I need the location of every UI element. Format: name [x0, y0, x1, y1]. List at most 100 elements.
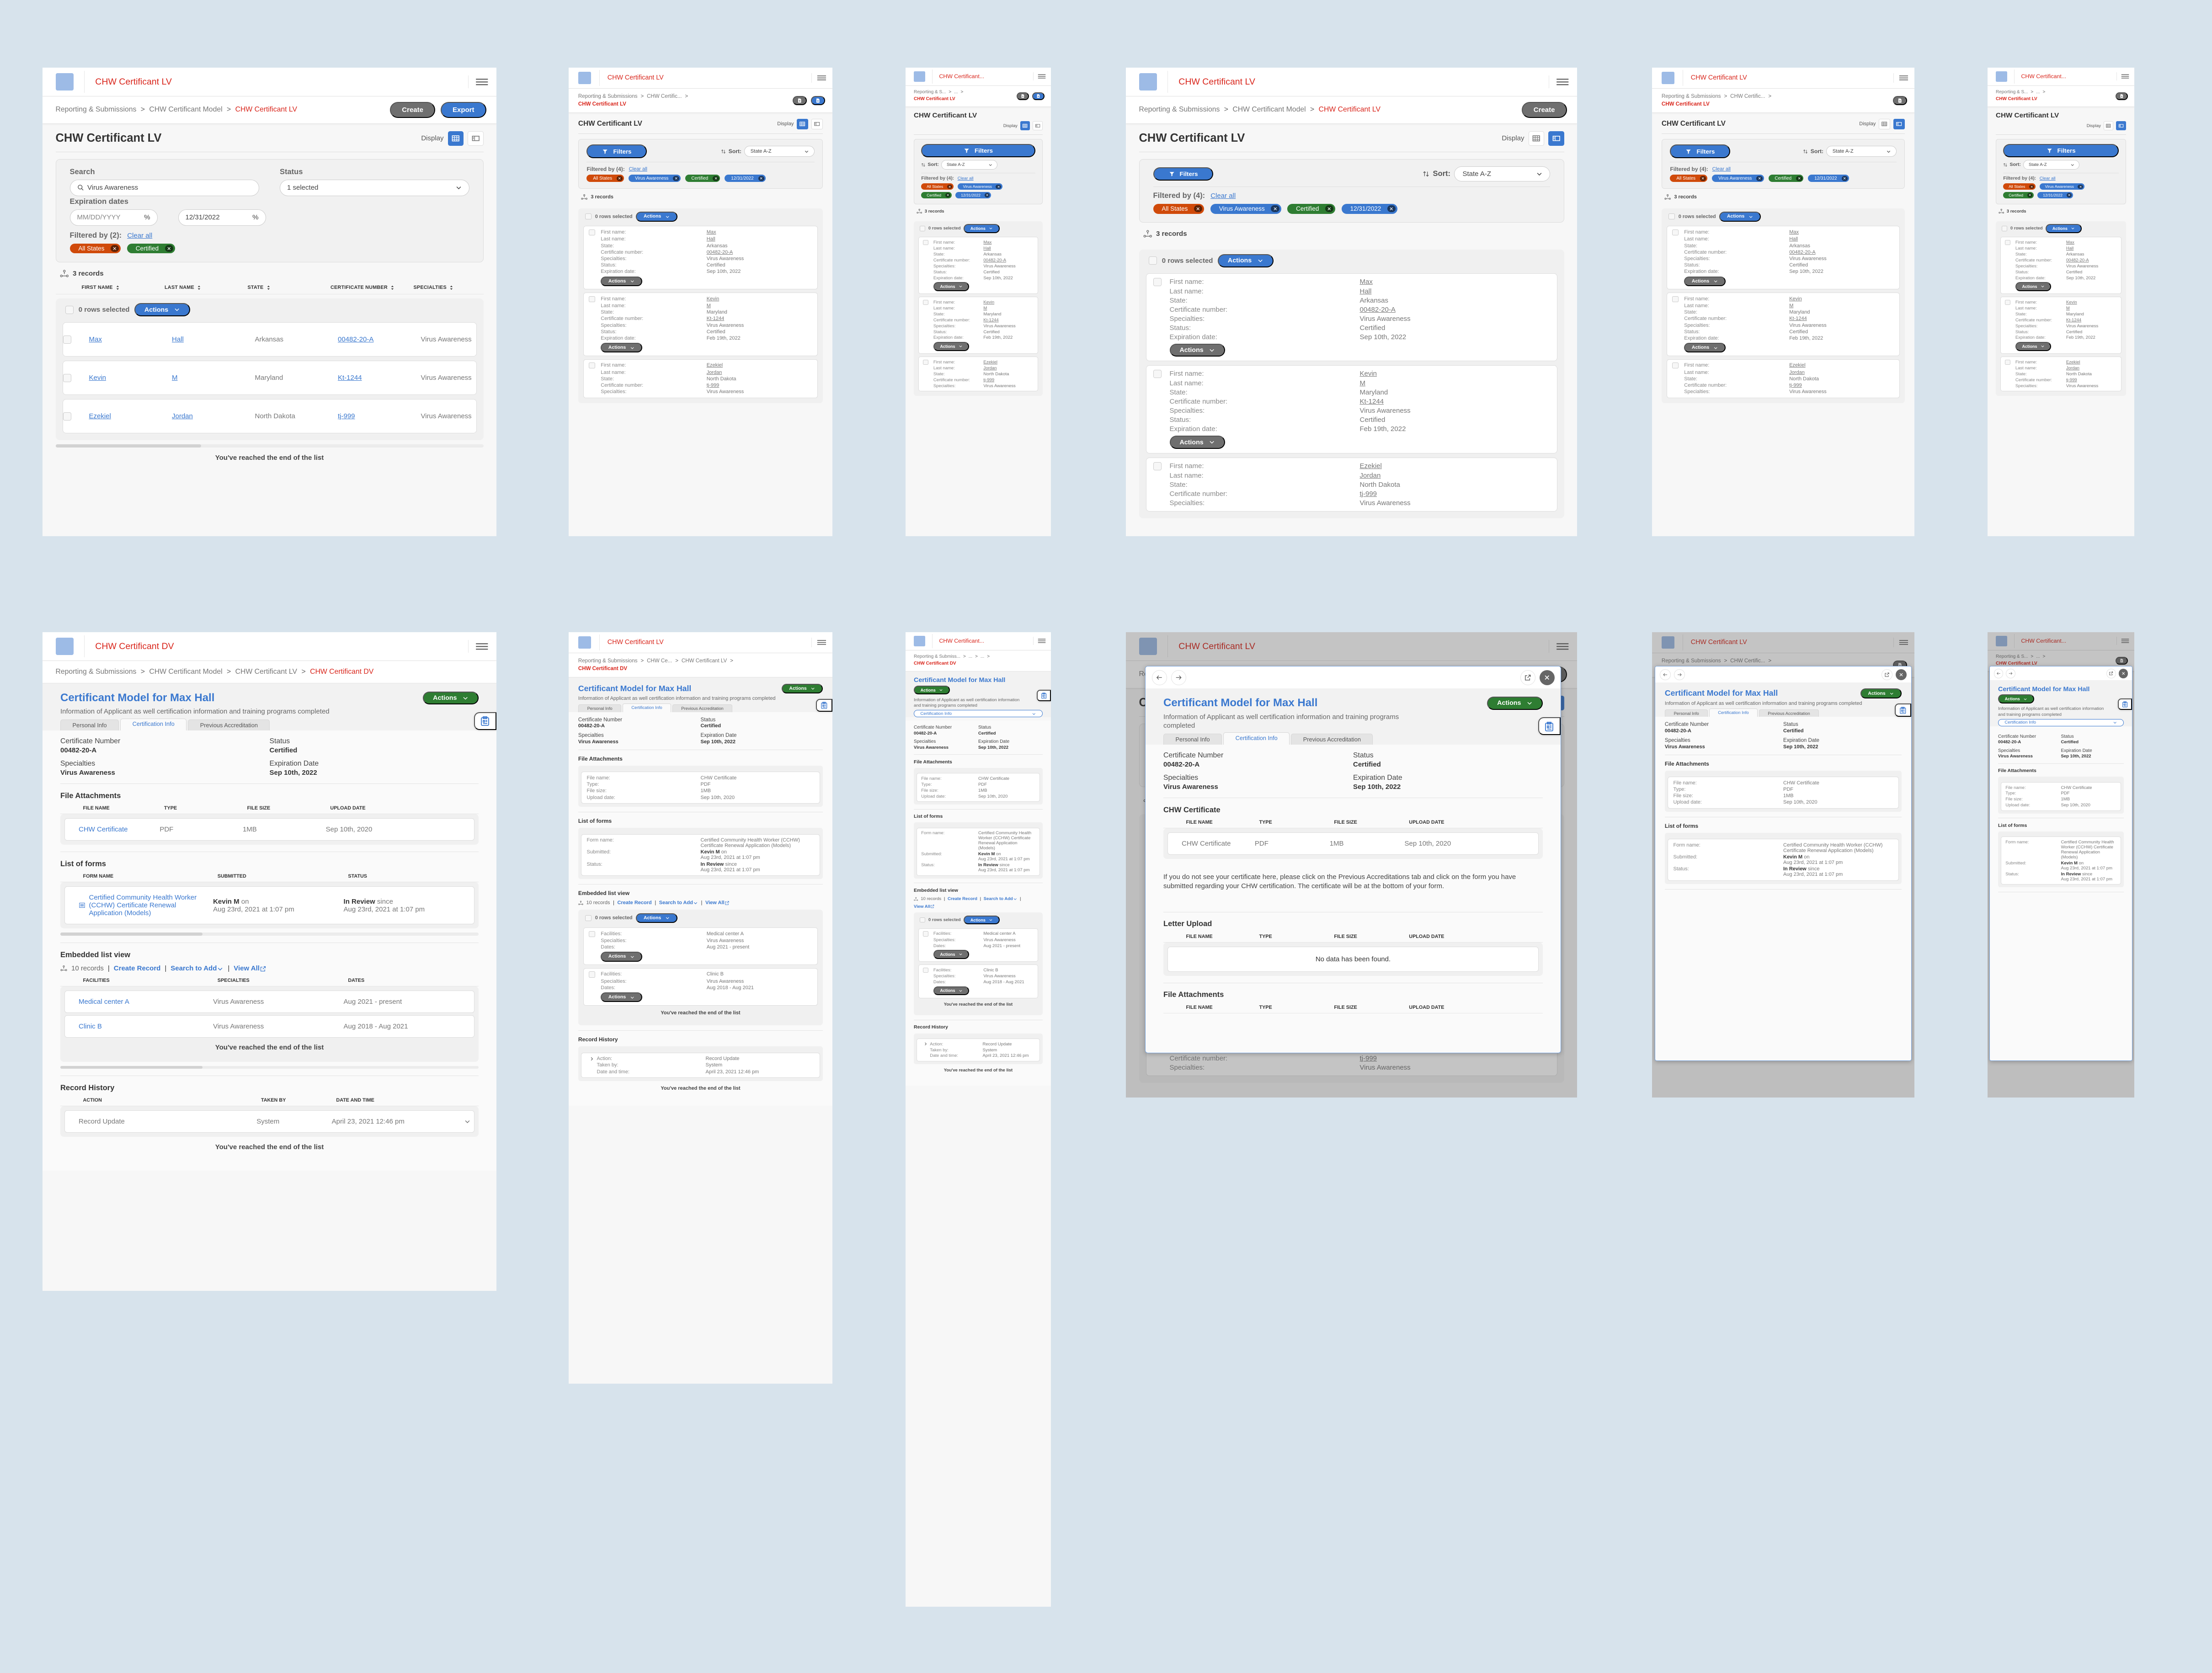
previous-record-button[interactable]	[1993, 668, 2004, 678]
cert-value[interactable]: Kt-1244	[1360, 398, 1550, 405]
first-value[interactable]: Kevin	[1789, 296, 1894, 302]
create-button[interactable]	[1016, 92, 1029, 100]
menu-icon[interactable]	[811, 638, 826, 648]
filter-chip[interactable]: 12/31/2022	[955, 192, 991, 198]
search-to-add-button[interactable]: Search to Add	[984, 896, 1018, 901]
search-input[interactable]: Virus Awareness	[69, 179, 259, 196]
tab-personal-info[interactable]: Personal Info	[1163, 734, 1222, 745]
filter-chip[interactable]: Virus Awareness	[629, 175, 681, 182]
filter-chip[interactable]: All States	[921, 183, 954, 190]
first-value[interactable]: Ezekiel	[2066, 360, 2117, 365]
record-actions-button[interactable]: Actions	[423, 691, 479, 705]
status-select[interactable]: 1 selected	[280, 179, 469, 196]
last-value[interactable]: M	[1360, 379, 1550, 387]
close-modal-button[interactable]	[1895, 669, 1907, 680]
card-view-toggle[interactable]	[811, 118, 823, 129]
view-all-link[interactable]: View All	[705, 900, 730, 906]
card-view-toggle[interactable]	[468, 131, 484, 146]
sort-select[interactable]: State A-Z	[1826, 146, 1897, 157]
breadcrumb-link[interactable]: CHW Certific...	[647, 94, 682, 99]
row-actions-button[interactable]: Actions	[1169, 436, 1226, 449]
close-icon[interactable]	[673, 176, 679, 181]
card-view-toggle[interactable]	[1548, 131, 1564, 146]
filter-chip[interactable]: 12/31/2022	[1341, 203, 1398, 214]
row-checkbox[interactable]	[1672, 229, 1679, 236]
filter-chip[interactable]: Certified	[127, 243, 175, 254]
file-name[interactable]: CHW Certificate	[1783, 780, 1893, 786]
close-icon[interactable]	[996, 184, 1002, 189]
clear-all-link[interactable]: Clear all	[2040, 176, 2056, 181]
breadcrumb-link[interactable]: Reporting & Submissions	[56, 106, 137, 113]
form-name-link[interactable]: Certified Community Health Worker (CCHW)…	[89, 894, 207, 917]
close-icon[interactable]	[1325, 205, 1334, 213]
close-icon[interactable]	[1700, 176, 1706, 181]
row-checkbox[interactable]	[1153, 370, 1162, 378]
view-all-link[interactable]: View All	[234, 964, 267, 972]
tab-certification-info[interactable]: Certification Info	[1223, 732, 1290, 745]
row-actions-button[interactable]: Actions	[2015, 342, 2052, 351]
chevron-right-icon[interactable]	[921, 1042, 930, 1047]
cert-value[interactable]: tj-999	[707, 383, 812, 388]
tab-personal-info[interactable]: Personal Info	[60, 719, 119, 730]
clear-all-link[interactable]: Clear all	[629, 166, 647, 172]
last-value[interactable]: Hall	[1360, 288, 1550, 295]
facility-link[interactable]: Medical center A	[983, 931, 1034, 936]
first-value[interactable]: Max	[707, 229, 812, 235]
menu-icon[interactable]	[468, 75, 488, 89]
last-value[interactable]: Jordan	[707, 370, 812, 375]
breadcrumb-link[interactable]: ...	[969, 654, 972, 659]
breadcrumb-link[interactable]: Reporting & Submissions	[578, 658, 638, 664]
row-actions-button[interactable]: Actions	[933, 282, 970, 291]
clear-all-link[interactable]: Clear all	[958, 176, 974, 181]
first-cell[interactable]: Kevin	[89, 374, 172, 382]
filters-button[interactable]: Filters	[921, 144, 1035, 158]
close-icon[interactable]	[713, 176, 719, 181]
row-checkbox[interactable]	[1153, 278, 1162, 287]
cert-value[interactable]: tj-999	[983, 378, 1034, 383]
column-header[interactable]: CERTIFICATE NUMBER	[330, 285, 414, 290]
previous-record-button[interactable]	[1151, 670, 1167, 685]
row-actions-button[interactable]: Actions	[933, 986, 970, 996]
close-icon[interactable]	[1271, 205, 1279, 213]
filter-chip[interactable]: Virus Awareness	[957, 183, 1002, 190]
last-value[interactable]: Hall	[1789, 236, 1894, 242]
clear-all-link[interactable]: Clear all	[1210, 192, 1236, 200]
breadcrumb-link[interactable]: Reporting & S...	[1996, 90, 2028, 95]
last-value[interactable]: M	[2066, 306, 2117, 311]
row-checkbox[interactable]	[923, 931, 928, 937]
last-value[interactable]: Jordan	[983, 366, 1034, 371]
chevron-down-icon[interactable]	[460, 1118, 474, 1125]
form-name-link[interactable]: Certified Community Health Worker (CCHW)…	[978, 831, 1035, 851]
search-to-add-button[interactable]: Search to Add	[171, 964, 224, 972]
filters-button[interactable]: Filters	[1153, 167, 1214, 181]
first-value[interactable]: Ezekiel	[1360, 462, 1550, 470]
last-value[interactable]: Hall	[707, 236, 812, 242]
horizontal-scrollbar[interactable]	[60, 932, 479, 936]
search-to-add-button[interactable]: Search to Add	[659, 900, 698, 906]
next-record-button[interactable]	[1171, 670, 1186, 685]
filter-chip[interactable]: All States	[69, 243, 121, 254]
close-icon[interactable]	[165, 245, 173, 252]
tab-previous-accreditation[interactable]: Previous Accreditation	[672, 704, 733, 712]
column-header[interactable]: SPECIALTIES	[414, 285, 497, 290]
clear-all-link[interactable]: Clear all	[127, 232, 152, 240]
bulk-actions-button[interactable]: Actions	[964, 915, 1000, 925]
last-value[interactable]: Jordan	[2066, 366, 2117, 371]
breadcrumb-link[interactable]: CHW Ce...	[647, 658, 672, 664]
row-checkbox[interactable]	[2005, 240, 2010, 245]
form-summary-button[interactable]	[816, 698, 832, 712]
breadcrumb-link[interactable]: CHW Certificant Model	[1232, 106, 1306, 113]
card-view-toggle[interactable]	[1893, 118, 1905, 129]
menu-icon[interactable]	[2116, 72, 2129, 81]
bulk-actions-button[interactable]: Actions	[1719, 212, 1761, 222]
row-checkbox[interactable]	[588, 931, 595, 937]
cert-value[interactable]: 00482-20-A	[2066, 258, 2117, 263]
menu-icon[interactable]	[1033, 637, 1046, 645]
filter-chip[interactable]: All States	[1153, 203, 1205, 214]
horizontal-scrollbar[interactable]	[60, 1066, 479, 1069]
row-actions-button[interactable]: Actions	[1684, 343, 1726, 353]
close-icon[interactable]	[2029, 184, 2035, 189]
sort-select[interactable]: State A-Z	[2023, 160, 2080, 170]
filter-chip[interactable]: All States	[586, 175, 624, 182]
card-view-toggle[interactable]	[1033, 121, 1043, 131]
